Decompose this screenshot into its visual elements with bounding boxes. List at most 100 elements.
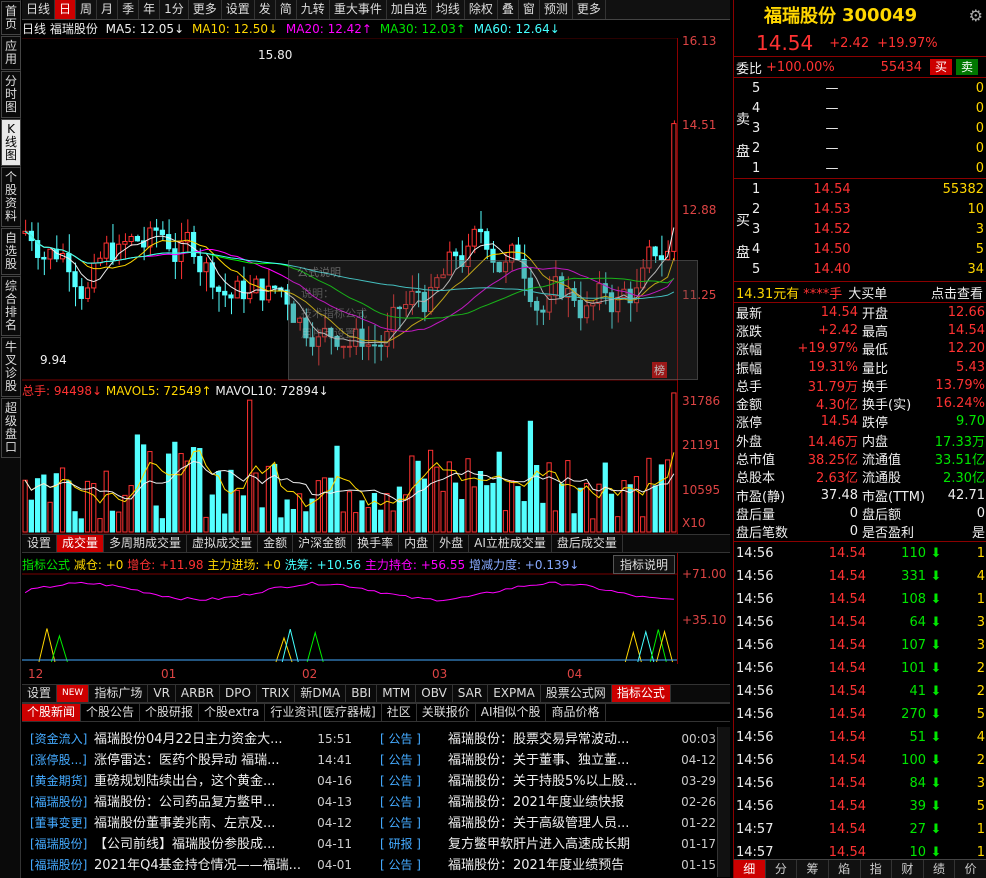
toolbar-item-5[interactable]: 年 <box>139 0 161 19</box>
tabs1-item-6[interactable]: 换手率 <box>352 535 400 552</box>
tabs1-item-5[interactable]: 沪深金额 <box>293 535 353 552</box>
sell-level[interactable]: 2 — 0 <box>752 138 986 158</box>
toolbar-item-12[interactable]: 重大事件 <box>330 0 387 19</box>
toolbar-item-13[interactable]: 加自选 <box>387 0 432 19</box>
buy-level[interactable]: 2 14.53 10 <box>752 199 986 219</box>
toolbar-item-0[interactable]: 日线 <box>22 0 56 19</box>
indicator-explain-button[interactable]: 指标说明 <box>613 555 676 574</box>
news-scrollbar[interactable] <box>717 727 730 877</box>
sell-level[interactable]: 1 — 0 <box>752 158 986 178</box>
big-order-row[interactable]: 14.31元有 ****手 大买单 点击查看 <box>734 282 986 303</box>
news-item[interactable]: [ 公告 ] 福瑞股份：关于董事、独立董... 04-12 <box>380 750 716 771</box>
tabs2-item-11[interactable]: SAR <box>453 685 489 702</box>
toolbar-item-1[interactable]: 日 <box>55 0 77 19</box>
sidebar-item-0[interactable]: 首页 <box>1 1 21 35</box>
newstabs-item-6[interactable]: 关联报价 <box>417 704 476 721</box>
tabs2-item-1[interactable]: NEW <box>57 685 90 702</box>
news-item[interactable]: [ 公告 ] 福瑞股份：2021年度业绩预告 01-15 <box>380 855 716 876</box>
sell-level[interactable]: 3 — 0 <box>752 118 986 138</box>
sidebar-item-2[interactable]: 分时图 <box>1 71 21 118</box>
tabs2-item-14[interactable]: 指标公式 <box>611 685 671 702</box>
tabs1-item-1[interactable]: 成交量 <box>57 535 105 552</box>
news-item[interactable]: [ 研报 ] 复方鳖甲软肝片进入高速成长期 01-17 <box>380 834 716 855</box>
sidebar-item-8[interactable]: 超级盘口 <box>1 398 21 458</box>
tabs1-item-0[interactable]: 设置 <box>22 535 58 552</box>
sell-level[interactable]: 4 — 0 <box>752 98 986 118</box>
panel-tab-1[interactable]: 分 <box>766 860 798 878</box>
panel-tab-3[interactable]: 焰 <box>829 860 861 878</box>
news-item[interactable]: [福瑞股份] 2021年Q4基金持仓情况——福瑞... 04-01 <box>30 855 352 876</box>
tabs1-item-4[interactable]: 金额 <box>258 535 294 552</box>
buy-level[interactable]: 5 14.40 34 <box>752 259 986 279</box>
toolbar-item-3[interactable]: 月 <box>97 0 119 19</box>
tabs1-item-7[interactable]: 内盘 <box>399 535 435 552</box>
tabs1-item-8[interactable]: 外盘 <box>434 535 470 552</box>
buy-button[interactable]: 买 <box>930 59 953 75</box>
news-item[interactable]: [福瑞股份] 【公司前线】福瑞股份参股成... 04-11 <box>30 834 352 855</box>
panel-tab-5[interactable]: 财 <box>892 860 924 878</box>
news-item[interactable]: [ 公告 ] 福瑞股份：2021年度业绩快报 02-26 <box>380 792 716 813</box>
tabs1-item-3[interactable]: 虚拟成交量 <box>187 535 259 552</box>
sell-button[interactable]: 卖 <box>956 59 979 75</box>
panel-tab-4[interactable]: 指 <box>861 860 893 878</box>
toolbar-item-11[interactable]: 九转 <box>297 0 330 19</box>
tabs2-item-8[interactable]: BBI <box>346 685 378 702</box>
newstabs-item-1[interactable]: 个股公告 <box>81 704 141 721</box>
toolbar-item-8[interactable]: 设置 <box>222 0 255 19</box>
news-item[interactable]: [福瑞股份] 福瑞股份：公司药品复方鳖甲... 04-13 <box>30 792 352 813</box>
tabs2-item-5[interactable]: DPO <box>220 685 257 702</box>
tabs2-item-6[interactable]: TRIX <box>257 685 296 702</box>
toolbar-item-19[interactable]: 更多 <box>573 0 606 19</box>
tabs2-item-3[interactable]: VR <box>148 685 176 702</box>
news-item[interactable]: [ 公告 ] 福瑞股份：关于持股5%以上股... 03-29 <box>380 771 716 792</box>
sidebar-item-6[interactable]: 综合排名 <box>1 276 21 336</box>
buy-level[interactable]: 1 14.54 55382 <box>752 179 986 199</box>
tabs2-item-10[interactable]: OBV <box>416 685 453 702</box>
tabs2-item-0[interactable]: 设置 <box>22 685 58 702</box>
tabs2-item-4[interactable]: ARBR <box>176 685 221 702</box>
big-order-link[interactable]: 点击查看 <box>931 283 983 302</box>
newstabs-item-5[interactable]: 社区 <box>382 704 417 721</box>
panel-tab-2[interactable]: 筹 <box>797 860 829 878</box>
tabs1-item-2[interactable]: 多周期成交量 <box>104 535 188 552</box>
news-item[interactable]: [资金流入] 福瑞股份04月22日主力资金大... 15:51 <box>30 729 352 750</box>
newstabs-item-8[interactable]: 商品价格 <box>546 704 606 721</box>
toolbar-item-14[interactable]: 均线 <box>432 0 465 19</box>
tabs2-item-7[interactable]: 新DMA <box>295 685 347 702</box>
toolbar-item-15[interactable]: 除权 <box>465 0 498 19</box>
toolbar-item-16[interactable]: 叠 <box>498 0 519 19</box>
sidebar-item-5[interactable]: 自选股 <box>1 228 21 275</box>
toolbar-item-17[interactable]: 窗 <box>519 0 540 19</box>
newstabs-item-7[interactable]: AI相似个股 <box>476 704 547 721</box>
toolbar-item-2[interactable]: 周 <box>76 0 98 19</box>
sidebar-item-7[interactable]: 牛叉诊股 <box>1 337 21 397</box>
news-item[interactable]: [涨停股...] 涨停雷达：医药个股异动 福瑞... 14:41 <box>30 750 352 771</box>
tabs1-item-9[interactable]: AI立桩成交量 <box>469 535 552 552</box>
toolbar-item-10[interactable]: 简 <box>276 0 297 19</box>
tabs2-item-2[interactable]: 指标广场 <box>89 685 149 702</box>
gear-icon[interactable]: ⚙ <box>969 6 983 25</box>
newstabs-item-3[interactable]: 个股extra <box>199 704 266 721</box>
tabs2-item-13[interactable]: 股票公式网 <box>541 685 612 702</box>
sidebar-item-4[interactable]: 个股资料 <box>1 167 21 227</box>
toolbar-item-7[interactable]: 更多 <box>189 0 222 19</box>
panel-tab-6[interactable]: 绩 <box>924 860 956 878</box>
panel-tab-7[interactable]: 价 <box>955 860 986 878</box>
tabs1-item-10[interactable]: 盘后成交量 <box>552 535 623 552</box>
news-item[interactable]: [董事变更] 福瑞股份董事姜兆南、左京及... 04-12 <box>30 813 352 834</box>
news-item[interactable]: [黄金期货] 重磅规划陆续出台，这个黄金... 04-16 <box>30 771 352 792</box>
sell-level[interactable]: 5 — 0 <box>752 78 986 98</box>
buy-level[interactable]: 4 14.50 5 <box>752 239 986 259</box>
news-item[interactable]: [ 公告 ] 福瑞股份：股票交易异常波动... 00:03 <box>380 729 716 750</box>
sidebar-item-3[interactable]: K线图 <box>1 119 21 166</box>
tabs2-item-12[interactable]: EXPMA <box>488 685 541 702</box>
toolbar-item-9[interactable]: 发 <box>255 0 276 19</box>
buy-level[interactable]: 3 14.52 3 <box>752 219 986 239</box>
toolbar-item-4[interactable]: 季 <box>118 0 140 19</box>
tabs2-item-9[interactable]: MTM <box>377 685 417 702</box>
sidebar-item-1[interactable]: 应用 <box>1 36 21 70</box>
news-item[interactable]: [ 公告 ] 福瑞股份：关于高级管理人员... 01-22 <box>380 813 716 834</box>
toolbar-item-6[interactable]: 1分 <box>160 0 189 19</box>
newstabs-item-0[interactable]: 个股新闻 <box>22 704 82 721</box>
newstabs-item-4[interactable]: 行业资讯[医疗器械] <box>265 704 382 721</box>
